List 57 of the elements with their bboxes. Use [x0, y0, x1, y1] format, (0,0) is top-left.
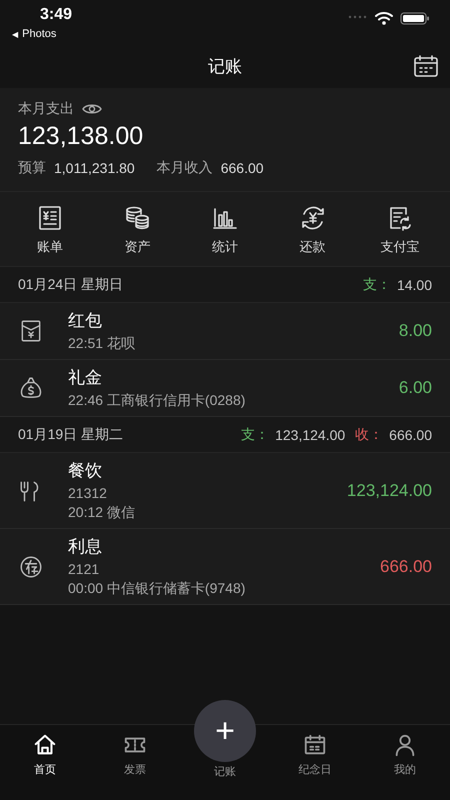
transaction-row[interactable]: 利息 2121 00:00 中信银行储蓄卡(9748) 666.00: [0, 529, 450, 605]
amount-value: 123,124.00: [346, 480, 432, 500]
page-title: 记账: [208, 56, 242, 78]
back-arrow[interactable]: ◀: [12, 30, 18, 38]
time-account: 00:00 中信银行储蓄卡(9748): [68, 580, 246, 598]
deposit-icon: [18, 554, 44, 580]
time-account: 22:46 工商银行信用卡(0288): [68, 392, 246, 410]
category-name: 利息: [68, 536, 103, 558]
budget-value: 1,011,231.80: [54, 160, 135, 176]
wifi-icon: [374, 11, 394, 26]
tab-button[interactable]: 记账: [214, 764, 236, 779]
shortcut-button[interactable]: 统计: [210, 204, 239, 256]
shortcut-button[interactable]: 资产: [123, 204, 152, 256]
date-label: 01月24日 星期日: [18, 276, 124, 294]
total-value: 14.00: [396, 276, 432, 292]
back-link[interactable]: Photos: [22, 28, 56, 40]
coins-icon: [123, 204, 152, 232]
budget-label: 预算: [18, 159, 46, 177]
amount-value: 666.00: [380, 556, 432, 576]
expense-amount: 123,138.00: [18, 122, 144, 151]
shortcut-button[interactable]: 支付宝: [380, 204, 420, 256]
transaction-row[interactable]: 餐饮 21312 20:12 微信 123,124.00: [0, 453, 450, 529]
category-name: 餐饮: [68, 460, 103, 482]
calendar-icon[interactable]: [413, 54, 439, 78]
tab-button[interactable]: 纪念日: [298, 725, 332, 777]
time-account: 20:12 微信: [68, 504, 136, 522]
money-bag-icon: [18, 375, 44, 401]
amount-value: 6.00: [398, 378, 432, 398]
eye-icon[interactable]: [82, 102, 102, 116]
time-account: 22:51 花呗: [68, 335, 136, 353]
home-icon: [32, 733, 58, 757]
calendar-icon: [302, 733, 328, 757]
income-label: 本月收入: [156, 159, 213, 177]
total-label: 支：: [362, 276, 391, 294]
amount-value: 8.00: [398, 321, 432, 341]
shortcut-button[interactable]: 账单: [36, 204, 64, 256]
add-button[interactable]: +: [194, 700, 256, 762]
total-value: 666.00: [389, 426, 432, 442]
transaction-row[interactable]: 礼金 22:46 工商银行信用卡(0288) 6.00: [0, 360, 450, 417]
tab-button[interactable]: 首页: [32, 725, 58, 777]
tab-button[interactable]: 我的: [392, 725, 418, 777]
tab-button[interactable]: 发票: [122, 725, 148, 777]
expense-label: 本月支出: [18, 100, 74, 118]
category-name: 红包: [68, 310, 103, 332]
total-label: 支：: [241, 426, 270, 444]
total-label: 收：: [355, 426, 384, 444]
shortcut-button[interactable]: 还款: [298, 204, 327, 256]
clock-time: 3:49: [40, 6, 72, 24]
category-name: 礼金: [68, 367, 103, 389]
transaction-row[interactable]: 红包 22:51 花呗 8.00: [0, 303, 450, 360]
battery-icon: [400, 12, 430, 25]
date-label: 01月19日 星期二: [18, 426, 124, 444]
signal-icon: [348, 13, 368, 21]
note-text: 21312: [68, 485, 108, 501]
note-text: 2121: [68, 561, 100, 577]
income-value: 666.00: [220, 160, 264, 176]
total-value: 123,124.00: [275, 426, 346, 442]
